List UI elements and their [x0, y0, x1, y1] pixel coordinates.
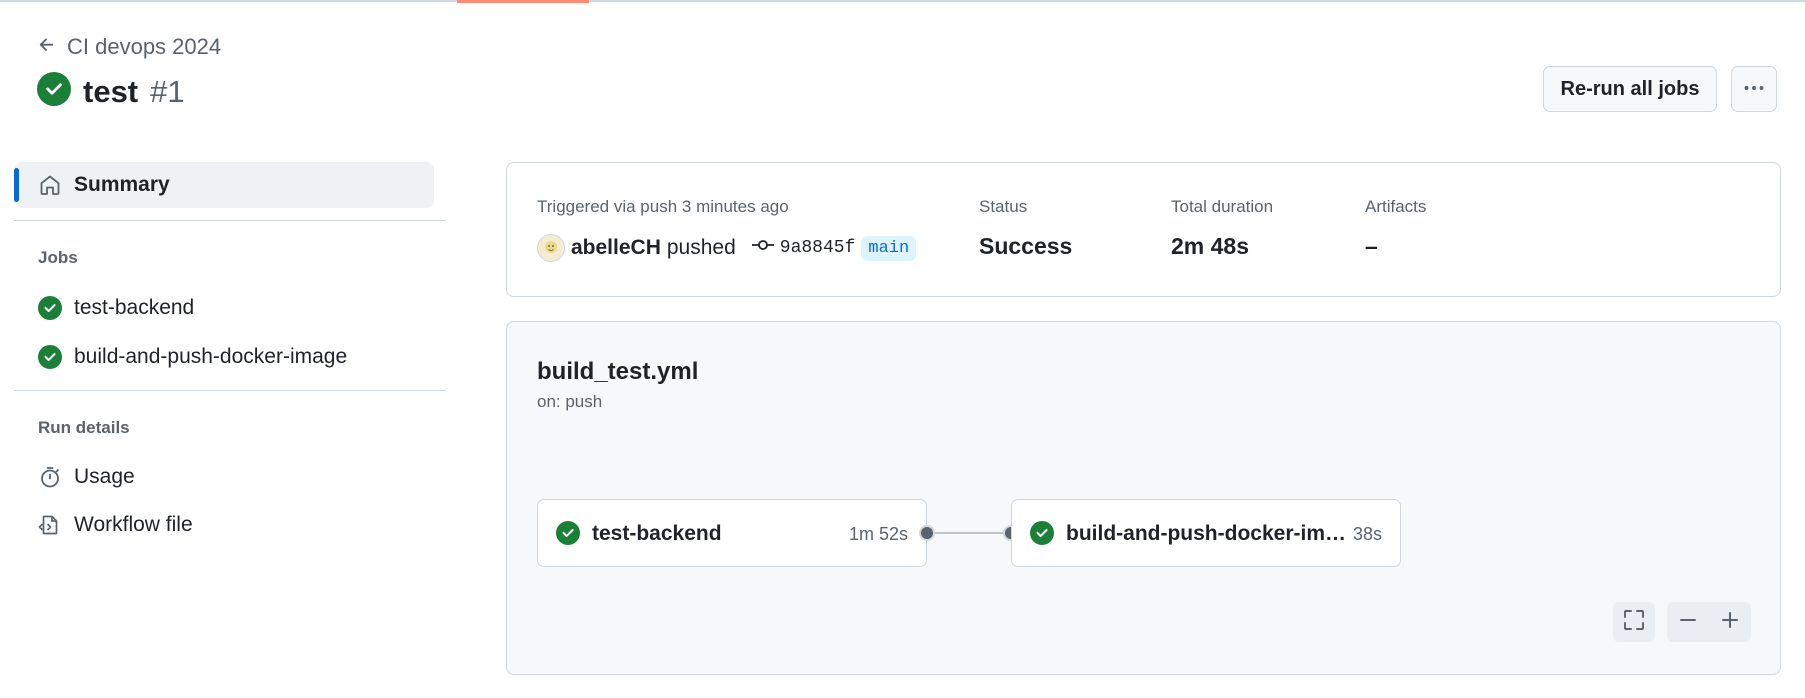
avatar[interactable]: [537, 234, 565, 262]
dash-icon: [1678, 610, 1698, 635]
kebab-horizontal-icon: [1742, 76, 1766, 103]
fullscreen-button[interactable]: [1613, 602, 1655, 642]
job-node-build-and-push[interactable]: build-and-push-docker-image 38s: [1011, 499, 1401, 567]
check-circle-fill-icon: [38, 296, 62, 320]
run-number: #1: [150, 73, 185, 109]
job-connector-line: [933, 532, 1011, 534]
sidebar-item-usage[interactable]: Usage: [14, 454, 446, 500]
arrow-left-icon: [37, 35, 57, 60]
active-indicator: [14, 168, 19, 202]
page-title: test #1: [37, 72, 185, 111]
check-circle-fill-icon: [37, 72, 71, 111]
commit-link[interactable]: 9a8845f: [751, 237, 856, 259]
back-link-label: CI devops 2024: [67, 34, 222, 59]
trigger-row: abelleCH pushed 9a8845f main: [537, 233, 917, 263]
workflow-file-name[interactable]: build_test.yml: [537, 358, 698, 386]
sidebar-item-job-test-backend[interactable]: test-backend: [14, 285, 446, 331]
active-tab-underline: [457, 0, 589, 3]
branch-label[interactable]: main: [861, 235, 917, 261]
workflow-trigger: on: push: [537, 392, 603, 411]
sidebar-item-job-build-and-push[interactable]: build-and-push-docker-image: [14, 334, 446, 380]
status-label: Status: [979, 197, 1028, 216]
duration-label: Total duration: [1171, 197, 1274, 216]
run-details-heading: Run details: [38, 418, 130, 437]
stopwatch-icon: [38, 465, 62, 489]
sidebar-job-label: test-backend: [74, 296, 195, 319]
home-icon: [38, 173, 62, 197]
top-border: [0, 0, 1805, 2]
plus-icon: [1720, 610, 1740, 635]
more-options-button[interactable]: [1731, 66, 1777, 112]
sidebar-item-summary[interactable]: Summary: [14, 162, 434, 208]
workflow-graph: build_test.yml on: push test-backend 1m …: [506, 321, 1781, 675]
artifacts-label: Artifacts: [1365, 197, 1427, 216]
sidebar-job-label: build-and-push-docker-image: [74, 345, 348, 368]
sidebar-item-workflow-file[interactable]: Workflow file: [14, 502, 446, 548]
sidebar-item-workflow-file-label: Workflow file: [74, 513, 193, 536]
sidebar-item-usage-label: Usage: [74, 465, 135, 488]
job-node-test-backend[interactable]: test-backend 1m 52s: [537, 499, 927, 567]
sidebar-divider: [14, 390, 446, 391]
action-text: pushed: [666, 236, 736, 259]
artifacts-value: –: [1365, 233, 1378, 259]
duration-value: 2m 48s: [1171, 233, 1250, 259]
job-node-duration: 1m 52s: [848, 524, 908, 544]
commit-sha: 9a8845f: [779, 238, 856, 258]
sidebar-item-summary-label: Summary: [74, 173, 170, 196]
back-link[interactable]: CI devops 2024: [37, 34, 221, 60]
file-code-icon: [38, 513, 62, 537]
check-circle-fill-icon: [1030, 521, 1054, 545]
check-circle-fill-icon: [556, 521, 580, 545]
job-node-name: test-backend: [592, 522, 722, 545]
zoom-in-button[interactable]: [1709, 602, 1751, 642]
jobs-heading: Jobs: [38, 248, 78, 267]
connector-dot: [919, 525, 935, 541]
rerun-all-jobs-button[interactable]: Re-run all jobs: [1543, 66, 1717, 112]
run-name: test: [83, 73, 139, 109]
actor-link[interactable]: abelleCH: [571, 236, 661, 260]
job-node-name: build-and-push-docker-image: [1066, 522, 1346, 545]
sidebar-divider: [14, 220, 446, 221]
git-commit-icon: [751, 237, 774, 259]
screen-full-icon: [1623, 609, 1645, 636]
status-value: Success: [979, 233, 1073, 259]
check-circle-fill-icon: [38, 345, 62, 369]
zoom-out-button[interactable]: [1667, 602, 1709, 642]
trigger-text: Triggered via push 3 minutes ago: [537, 197, 789, 216]
run-summary-card: Triggered via push 3 minutes ago abelleC…: [506, 162, 1781, 297]
job-node-duration: 38s: [1352, 524, 1382, 544]
